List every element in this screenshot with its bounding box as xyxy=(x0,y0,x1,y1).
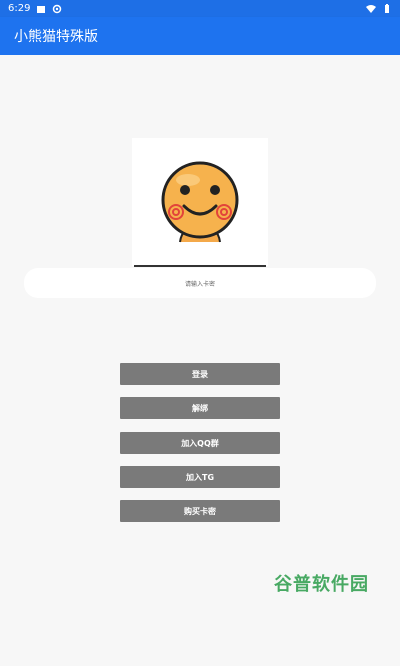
wifi-icon xyxy=(366,4,376,13)
avatar-card xyxy=(132,138,268,266)
login-button[interactable]: 登录 xyxy=(120,363,280,385)
watermark: 谷普软件园 xyxy=(274,574,369,595)
unbind-button[interactable]: 解绑 xyxy=(120,397,280,419)
settings-icon xyxy=(53,4,62,13)
app-title: 小熊猫特殊版 xyxy=(14,29,98,45)
card-key-input[interactable] xyxy=(134,265,266,267)
status-bar: 6:29 xyxy=(0,0,400,17)
join-qq-group-button[interactable]: 加入QQ群 xyxy=(120,432,280,454)
app-bar: 小熊猫特殊版 xyxy=(0,17,400,55)
avatar xyxy=(161,161,239,243)
card-key-placeholder: 请输入卡密 xyxy=(184,281,215,288)
status-time: 6:29 xyxy=(8,3,31,14)
notification-icon xyxy=(37,5,46,13)
join-tg-button[interactable]: 加入TG xyxy=(120,466,280,488)
battery-icon xyxy=(385,3,389,13)
buy-card-key-button[interactable]: 购买卡密 xyxy=(120,500,280,522)
